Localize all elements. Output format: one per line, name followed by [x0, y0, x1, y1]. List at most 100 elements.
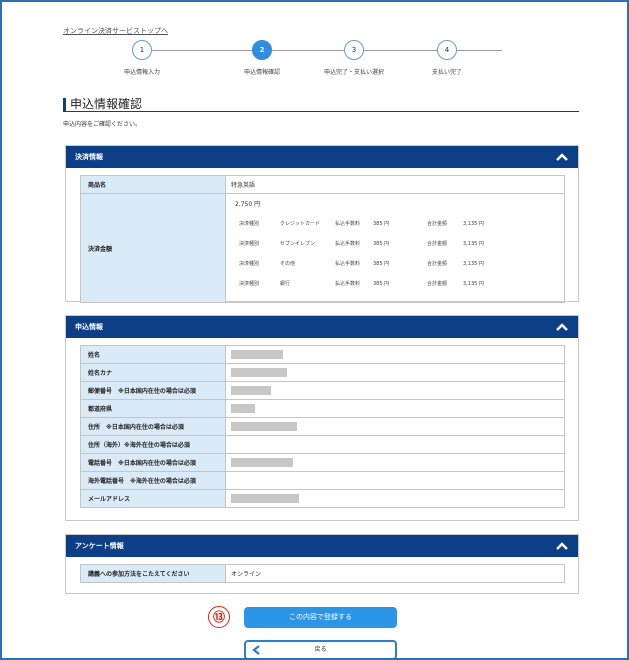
step-1-number: 1 [132, 40, 152, 60]
table-row: 商品名 特急英語 [80, 175, 565, 194]
payment-kind-label: 決済種別 [239, 241, 260, 247]
step-2: 2 申込情報確認 [217, 40, 307, 76]
redacted-value [231, 458, 293, 467]
chevron-up-icon[interactable] [556, 152, 568, 162]
sum-value: 3,135 円 [463, 241, 484, 247]
payment-section-title: 決済情報 [75, 153, 103, 161]
fee-label: 払込手数料 [335, 241, 361, 247]
payment-method: クレジットカード [280, 221, 321, 227]
field-value-name-kana [225, 363, 565, 382]
survey-table: 講義への参加方法をこたえてください オンライン [80, 564, 565, 583]
page-description: 申込内容をご確認ください。 [63, 121, 142, 128]
step-4-label: 支払い完了 [431, 69, 462, 76]
table-row: 姓名 [80, 345, 565, 364]
payment-method-row: 決済種別 銀行 払込手数料 385 円 合計金額 3,135 円 [235, 276, 564, 296]
fee-value: 385 円 [373, 261, 390, 267]
step-4-number: 4 [437, 40, 457, 60]
payment-kind-label: 決済種別 [239, 281, 260, 287]
field-label-postal-code: 郵便番号 ※日本国内在住の場合は必須 [80, 381, 226, 400]
table-row: 住所（海外）※海外在住の場合は必須 [80, 435, 565, 454]
fee-value: 385 円 [373, 221, 390, 227]
survey-section: アンケート情報 講義への参加方法をこたえてください オンライン [65, 534, 579, 594]
table-row: 海外電話番号 ※海外在住の場合は必須 [80, 471, 565, 490]
field-label-phone-overseas: 海外電話番号 ※海外在住の場合は必須 [80, 471, 226, 490]
amount-cell: 2,750 円 決済種別 クレジットカード 払込手数料 385 円 合計金額 3… [225, 193, 565, 303]
redacted-value [231, 422, 297, 431]
sum-value: 3,135 円 [463, 261, 484, 267]
table-row: 姓名カナ [80, 363, 565, 382]
amount-total: 2,750 円 [235, 201, 261, 208]
payment-method: セブンイレブン [280, 241, 316, 247]
applicant-table: 姓名 姓名カナ 郵便番号 ※日本国内在住の場合は必須 都道府県 住所 ※日本国内… [80, 345, 565, 508]
product-name-label: 商品名 [80, 175, 226, 194]
product-name-value: 特急英語 [225, 175, 565, 194]
redacted-value [231, 404, 255, 413]
redacted-value [231, 386, 271, 395]
table-row: 都道府県 [80, 399, 565, 418]
sum-value: 3,135 円 [463, 221, 484, 227]
chevron-up-icon[interactable] [556, 541, 568, 551]
applicant-section: 申込情報 姓名 姓名カナ 郵便番号 ※日本国内在住の場合は必須 都道府県 住所 … [65, 315, 579, 521]
fee-label: 払込手数料 [335, 261, 361, 267]
amount-label: 決済金額 [80, 193, 226, 303]
page-frame: オンライン決済サービストップへ 1 申込情報入力 2 申込情報確認 3 申込完了… [0, 0, 629, 660]
field-value-address-overseas [225, 435, 565, 454]
progress-steps: 1 申込情報入力 2 申込情報確認 3 申込完了・支払い選択 4 支払い完了 [124, 40, 512, 80]
field-value-phone [225, 453, 565, 472]
field-label-address: 住所 ※日本国内在住の場合は必須 [80, 417, 226, 436]
field-label-phone: 電話番号 ※日本国内在住の場合は必須 [80, 453, 226, 472]
sum-label: 合計金額 [427, 281, 448, 287]
fee-value: 385 円 [373, 281, 390, 287]
sum-label: 合計金額 [427, 241, 448, 247]
chevron-up-icon[interactable] [556, 322, 568, 332]
back-button[interactable]: 戻る [244, 640, 397, 658]
survey-section-title: アンケート情報 [75, 542, 124, 550]
annotation-marker: ⑬ [208, 606, 230, 628]
field-label-name: 姓名 [80, 345, 226, 364]
step-2-number: 2 [252, 40, 272, 60]
table-row: 決済金額 2,750 円 決済種別 クレジットカード 払込手数料 385 円 合… [80, 193, 565, 303]
table-row: 電話番号 ※日本国内在住の場合は必須 [80, 453, 565, 472]
payment-method: その他 [280, 261, 296, 267]
table-row: 郵便番号 ※日本国内在住の場合は必須 [80, 381, 565, 400]
step-1: 1 申込情報入力 [97, 40, 187, 76]
fee-value: 385 円 [373, 241, 390, 247]
field-value-postal-code [225, 381, 565, 400]
submit-button[interactable]: この内容で登録する [244, 607, 397, 628]
redacted-value [231, 368, 287, 377]
payment-table: 商品名 特急英語 決済金額 2,750 円 決済種別 クレジットカード 払込手数… [80, 175, 565, 303]
step-2-label: 申込情報確認 [243, 69, 280, 76]
field-value-email [225, 489, 565, 508]
redacted-value [231, 350, 283, 359]
step-1-label: 申込情報入力 [123, 69, 160, 76]
field-value-name [225, 345, 565, 364]
field-value-phone-overseas [225, 471, 565, 490]
applicant-section-title: 申込情報 [75, 323, 103, 331]
payment-method-row: 決済種別 その他 払込手数料 385 円 合計金額 3,135 円 [235, 256, 564, 276]
table-row: 住所 ※日本国内在住の場合は必須 [80, 417, 565, 436]
survey-section-header[interactable]: アンケート情報 [66, 535, 578, 557]
fee-label: 払込手数料 [335, 281, 361, 287]
step-3-label: 申込完了・支払い選択 [323, 69, 384, 76]
payment-method-row: 決済種別 クレジットカード 払込手数料 385 円 合計金額 3,135 円 [235, 216, 564, 236]
sum-label: 合計金額 [427, 261, 448, 267]
field-label-prefecture: 都道府県 [80, 399, 226, 418]
field-value-address [225, 417, 565, 436]
redacted-value [231, 494, 299, 503]
payment-method: 銀行 [280, 281, 291, 287]
sum-value: 3,135 円 [463, 281, 484, 287]
payment-method-row: 決済種別 セブンイレブン 払込手数料 385 円 合計金額 3,135 円 [235, 236, 564, 256]
step-4: 4 支払い完了 [402, 40, 492, 76]
step-3: 3 申込完了・支払い選択 [309, 40, 399, 76]
field-label-name-kana: 姓名カナ [80, 363, 226, 382]
top-link[interactable]: オンライン決済サービストップへ [63, 26, 168, 36]
survey-answer: オンライン [225, 564, 565, 583]
payment-kind-label: 決済種別 [239, 261, 260, 267]
survey-question: 講義への参加方法をこたえてください [80, 564, 226, 583]
page-title: 申込情報確認 [63, 98, 579, 112]
payment-kind-label: 決済種別 [239, 221, 260, 227]
payment-section-header[interactable]: 決済情報 [66, 146, 578, 168]
applicant-section-header[interactable]: 申込情報 [66, 316, 578, 338]
field-label-email: メールアドレス [80, 489, 226, 508]
step-3-number: 3 [344, 40, 364, 60]
